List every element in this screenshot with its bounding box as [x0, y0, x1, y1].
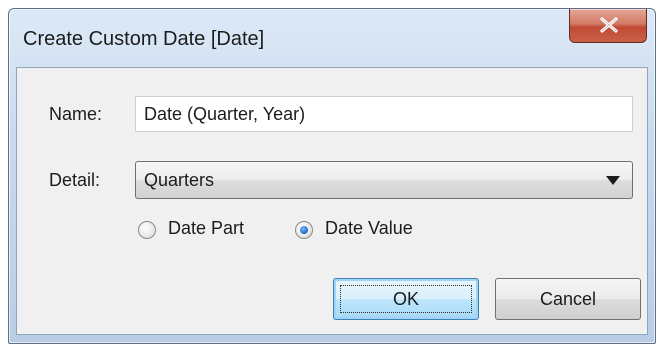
- name-field[interactable]: Date (Quarter, Year): [135, 96, 633, 132]
- name-label: Name:: [49, 104, 103, 124]
- cancel-button-label: Cancel: [539, 289, 597, 309]
- detail-selected-value: Quarters: [144, 170, 215, 190]
- window-title: Create Custom Date [Date]: [23, 28, 265, 50]
- radio-button-date-value[interactable]: [295, 221, 313, 239]
- chevron-down-icon: [606, 176, 620, 185]
- close-icon: [600, 17, 618, 33]
- dialog-body: Name: Date (Quarter, Year) Detail: Quart…: [16, 67, 648, 335]
- detail-dropdown[interactable]: Quarters: [135, 161, 633, 199]
- cancel-button[interactable]: Cancel: [495, 278, 641, 320]
- radio-label-date-value: Date Value: [325, 218, 413, 238]
- close-button[interactable]: [569, 9, 647, 43]
- radio-button-date-part[interactable]: [138, 221, 156, 239]
- radio-label-date-part: Date Part: [168, 218, 245, 238]
- title-bar[interactable]: Create Custom Date [Date]: [9, 9, 655, 67]
- dialog-window: Create Custom Date [Date] Name: Date (Qu…: [8, 8, 656, 344]
- ok-button[interactable]: OK: [333, 278, 479, 320]
- detail-label: Detail:: [49, 170, 101, 190]
